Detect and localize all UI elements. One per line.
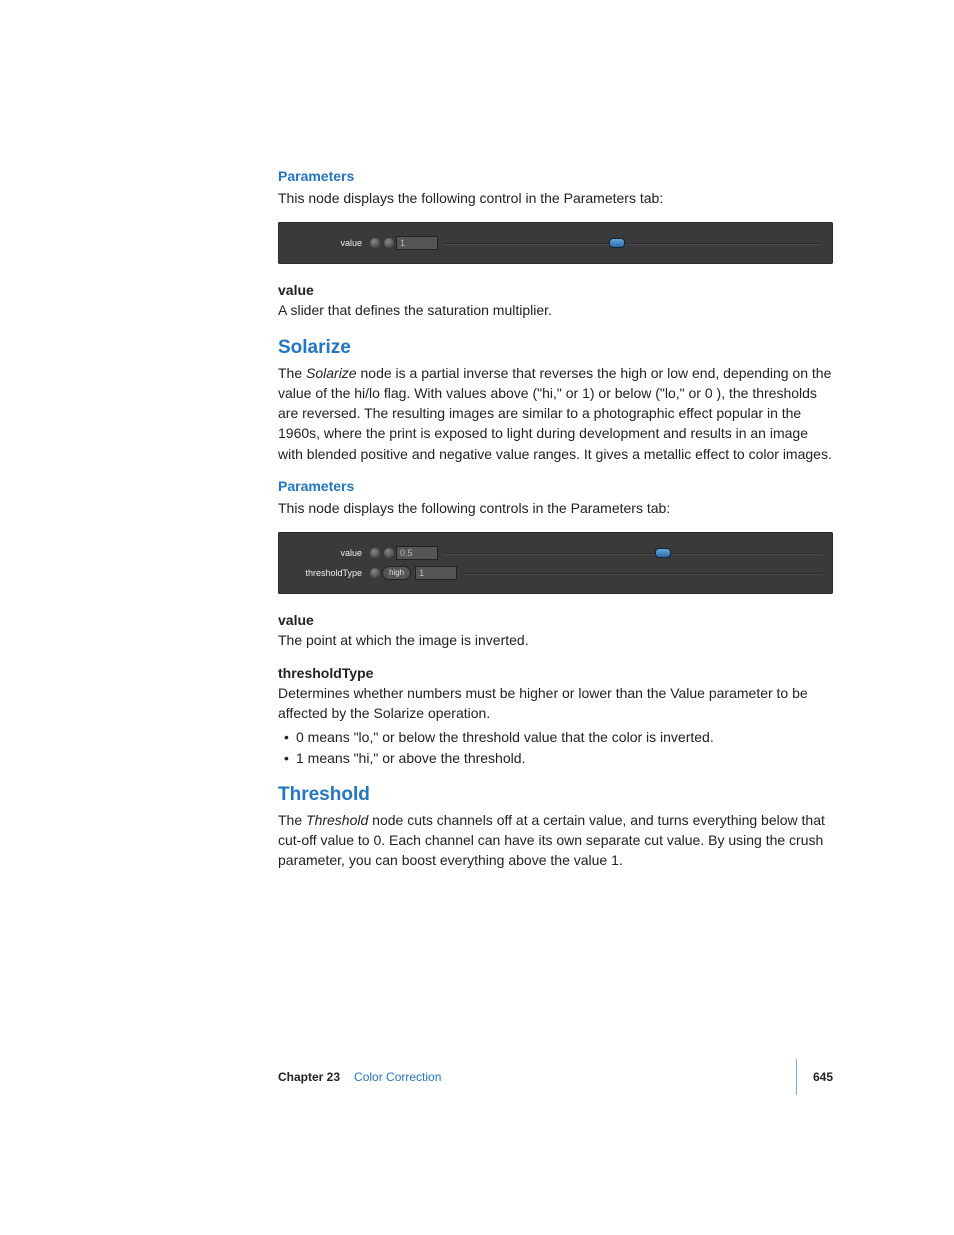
sol-value-slider[interactable]	[444, 547, 821, 559]
expression-icon[interactable]	[384, 548, 394, 558]
parameters-intro-1: This node displays the following control…	[278, 188, 833, 208]
panel-label-value: value	[290, 238, 368, 248]
chapter-title: Color Correction	[354, 1070, 441, 1084]
solarize-body: The Solarize node is a partial inverse t…	[278, 363, 833, 464]
list-item: 0 means "lo," or below the threshold val…	[284, 727, 833, 747]
keyframe-icon[interactable]	[370, 238, 380, 248]
list-item: 1 means "hi," or above the threshold.	[284, 748, 833, 768]
param-name-value-2: value	[278, 612, 833, 628]
solarize-panel: value 0.5 thresholdType high 1	[278, 532, 833, 594]
param-desc-value-1: A slider that defines the saturation mul…	[278, 300, 833, 320]
solarize-heading: Solarize	[278, 337, 833, 359]
content-column: Parameters This node displays the follow…	[278, 168, 833, 871]
param-desc-threshold: Determines whether numbers must be highe…	[278, 683, 833, 724]
panel-row-sol-value: value 0.5	[290, 544, 821, 562]
threshold-tag[interactable]: high	[382, 566, 411, 580]
footer-divider	[796, 1059, 797, 1095]
chapter-label: Chapter 23	[278, 1070, 340, 1084]
param-desc-value-2: The point at which the image is inverted…	[278, 630, 833, 650]
threshold-heading: Threshold	[278, 784, 833, 806]
page: Parameters This node displays the follow…	[0, 0, 954, 1235]
param-name-value-1: value	[278, 282, 833, 298]
slider-thumb[interactable]	[609, 238, 625, 248]
panel-label-threshold: thresholdType	[290, 568, 368, 578]
parameters-heading-1: Parameters	[278, 168, 833, 184]
value-input[interactable]: 1	[396, 236, 438, 250]
expression-icon[interactable]	[384, 238, 394, 248]
threshold-bullets: 0 means "lo," or below the threshold val…	[284, 727, 833, 768]
panel-row-threshold: thresholdType high 1	[290, 564, 821, 582]
keyframe-icon[interactable]	[370, 548, 380, 558]
threshold-input[interactable]: 1	[415, 566, 457, 580]
panel-row-value: value 1	[290, 234, 821, 252]
page-footer: Chapter 23 Color Correction 645	[278, 1059, 833, 1095]
keyframe-icon[interactable]	[370, 568, 380, 578]
parameters-intro-2: This node displays the following control…	[278, 498, 833, 518]
parameters-heading-2: Parameters	[278, 478, 833, 494]
page-number: 645	[813, 1070, 833, 1084]
panel-label-sol-value: value	[290, 548, 368, 558]
sol-value-input[interactable]: 0.5	[396, 546, 438, 560]
param-name-threshold: thresholdType	[278, 665, 833, 681]
value-panel: value 1	[278, 222, 833, 264]
value-slider[interactable]	[444, 237, 821, 249]
threshold-body: The Threshold node cuts channels off at …	[278, 810, 833, 871]
threshold-slider[interactable]	[463, 567, 821, 579]
slider-thumb[interactable]	[655, 548, 671, 558]
